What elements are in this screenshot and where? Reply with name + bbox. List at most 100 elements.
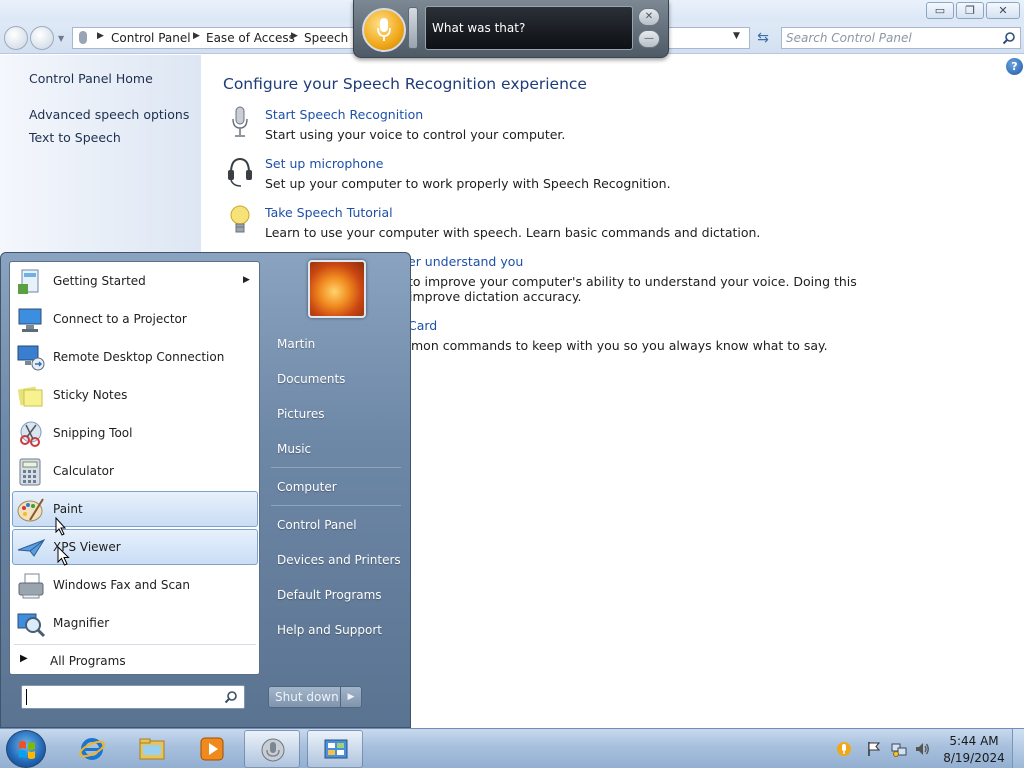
program-remote-desktop-connection[interactable]: Remote Desktop Connection (12, 339, 258, 375)
show-desktop-button[interactable] (1012, 729, 1024, 768)
speech-close-button[interactable]: ✕ (638, 8, 660, 26)
start-right-documents[interactable]: Documents (266, 364, 406, 394)
start-right-control-panel[interactable]: Control Panel (266, 510, 406, 540)
speech-tray-icon[interactable] (836, 741, 852, 757)
back-button[interactable] (4, 26, 28, 50)
divider (271, 505, 401, 506)
program-windows-fax-and-scan[interactable]: Windows Fax and Scan (12, 567, 258, 603)
speech-minimize-button[interactable]: — (638, 30, 660, 48)
start-right-devices-and-printers[interactable]: Devices and Printers (266, 545, 406, 575)
program-connect-to-projector[interactable]: Connect to a Projector (12, 301, 258, 337)
all-programs-arrow-icon: ▶ (20, 653, 28, 664)
take-speech-tutorial-link[interactable]: Take Speech Tutorial (265, 205, 393, 220)
sidebar-text-to-speech[interactable]: Text to Speech (29, 130, 121, 145)
media-player-icon (200, 737, 224, 761)
taskbar-internet-explorer[interactable] (64, 730, 120, 768)
start-search-box[interactable] (21, 685, 245, 709)
sidebar-control-panel-home[interactable]: Control Panel Home (29, 71, 153, 86)
all-programs-button[interactable]: ▶ All Programs (14, 649, 256, 673)
paint-icon (17, 498, 44, 522)
microphone-button[interactable] (362, 8, 406, 52)
start-button[interactable] (6, 730, 46, 768)
taskbar: 5:44 AM 8/19/2024 (0, 728, 1024, 768)
task-description: Set up your computer to work properly wi… (265, 176, 671, 191)
network-icon[interactable] (891, 741, 907, 757)
minimize-button[interactable]: ▭ (926, 2, 954, 19)
start-right-computer[interactable]: Computer (266, 472, 406, 502)
speech-location-icon (79, 31, 87, 44)
train-computer-link[interactable]: er understand you (408, 254, 523, 269)
volume-level-meter (408, 7, 418, 49)
address-dropdown-icon[interactable]: ▼ (733, 31, 740, 41)
microphone-icon (232, 106, 248, 137)
program-snipping-tool[interactable]: Snipping Tool (12, 415, 258, 451)
magnifier-icon (17, 613, 46, 638)
xps-viewer-icon (17, 538, 46, 557)
search-icon[interactable] (224, 690, 238, 704)
help-icon[interactable]: ? (1006, 58, 1023, 75)
volume-icon[interactable] (914, 741, 930, 757)
clock-time[interactable]: 5:44 AM (944, 734, 1004, 748)
speech-recognition-bar[interactable]: What was that? ✕ — (353, 0, 669, 58)
programs-list: Getting Started ▶ Connect to a Projector… (9, 261, 260, 675)
task-description: Learn to use your computer with speech. … (265, 225, 761, 240)
set-up-microphone-link[interactable]: Set up microphone (265, 156, 383, 171)
start-right-pictures[interactable]: Pictures (266, 399, 406, 429)
lightbulb-icon (230, 205, 250, 233)
snipping-tool-icon (20, 421, 42, 447)
maximize-button[interactable]: ❐ (956, 2, 984, 19)
sticky-notes-icon (17, 386, 43, 407)
remote-desktop-icon (17, 345, 45, 371)
control-panel-icon (324, 739, 348, 759)
headset-icon (228, 157, 252, 187)
breadcrumb-separator-icon[interactable]: ▶ (291, 31, 298, 41)
mouse-pointer-icon (57, 546, 70, 566)
breadcrumb-control-panel[interactable]: Control Panel (111, 31, 191, 45)
program-sticky-notes[interactable]: Sticky Notes (12, 377, 258, 413)
close-button[interactable]: ✕ (986, 2, 1020, 19)
program-paint[interactable]: Paint (12, 491, 258, 527)
folder-icon (139, 738, 165, 760)
start-right-martin[interactable]: Martin (266, 329, 406, 359)
program-calculator[interactable]: Calculator (12, 453, 258, 489)
internet-explorer-icon (79, 738, 105, 760)
speech-recognition-icon (261, 738, 285, 762)
start-right-music[interactable]: Music (266, 434, 406, 464)
start-search-input[interactable] (26, 689, 216, 705)
start-right-default-programs[interactable]: Default Programs (266, 580, 406, 610)
program-magnifier[interactable]: Magnifier (12, 605, 258, 641)
shut-down-options-arrow-icon[interactable]: ▶ (341, 686, 362, 708)
search-box[interactable] (781, 27, 1021, 49)
taskbar-media-player[interactable] (184, 730, 240, 768)
search-icon[interactable] (1002, 31, 1016, 45)
search-input[interactable] (786, 30, 996, 46)
shut-down-button[interactable]: Shut down (268, 686, 341, 708)
sidebar-advanced-speech-options[interactable]: Advanced speech options (29, 107, 189, 122)
recent-pages-dropdown-icon[interactable]: ▼ (58, 34, 64, 43)
taskbar-speech-recognition[interactable] (244, 730, 300, 768)
user-picture-avatar[interactable] (308, 260, 366, 318)
program-xps-viewer[interactable]: XPS Viewer (12, 529, 258, 565)
submenu-arrow-icon[interactable]: ▶ (243, 275, 250, 285)
refresh-icon[interactable]: ⇆ (752, 28, 774, 48)
start-menu: Getting Started ▶ Connect to a Projector… (0, 252, 411, 728)
task-description: improve dictation accuracy. (409, 289, 582, 304)
divider (14, 644, 256, 645)
taskbar-windows-explorer[interactable] (124, 730, 180, 768)
program-getting-started[interactable]: Getting Started ▶ (12, 263, 258, 299)
calculator-icon (19, 458, 41, 486)
breadcrumb-ease-of-access[interactable]: Ease of Access (206, 31, 295, 45)
taskbar-control-panel[interactable] (307, 730, 363, 768)
task-description: to improve your computer's ability to un… (408, 274, 857, 289)
task-description: mon commands to keep with you so you alw… (411, 338, 828, 353)
reference-card-link[interactable]: Card (408, 318, 437, 333)
breadcrumb-separator-icon[interactable]: ▶ (193, 31, 200, 41)
clock-date[interactable]: 8/19/2024 (940, 751, 1008, 765)
action-center-flag-icon[interactable] (866, 741, 882, 757)
divider (271, 467, 401, 468)
microphone-icon (377, 18, 391, 41)
start-right-help-and-support[interactable]: Help and Support (266, 615, 406, 645)
forward-button[interactable] (30, 26, 54, 50)
breadcrumb-separator-icon[interactable]: ▶ (97, 31, 104, 41)
start-speech-recognition-link[interactable]: Start Speech Recognition (265, 107, 423, 122)
